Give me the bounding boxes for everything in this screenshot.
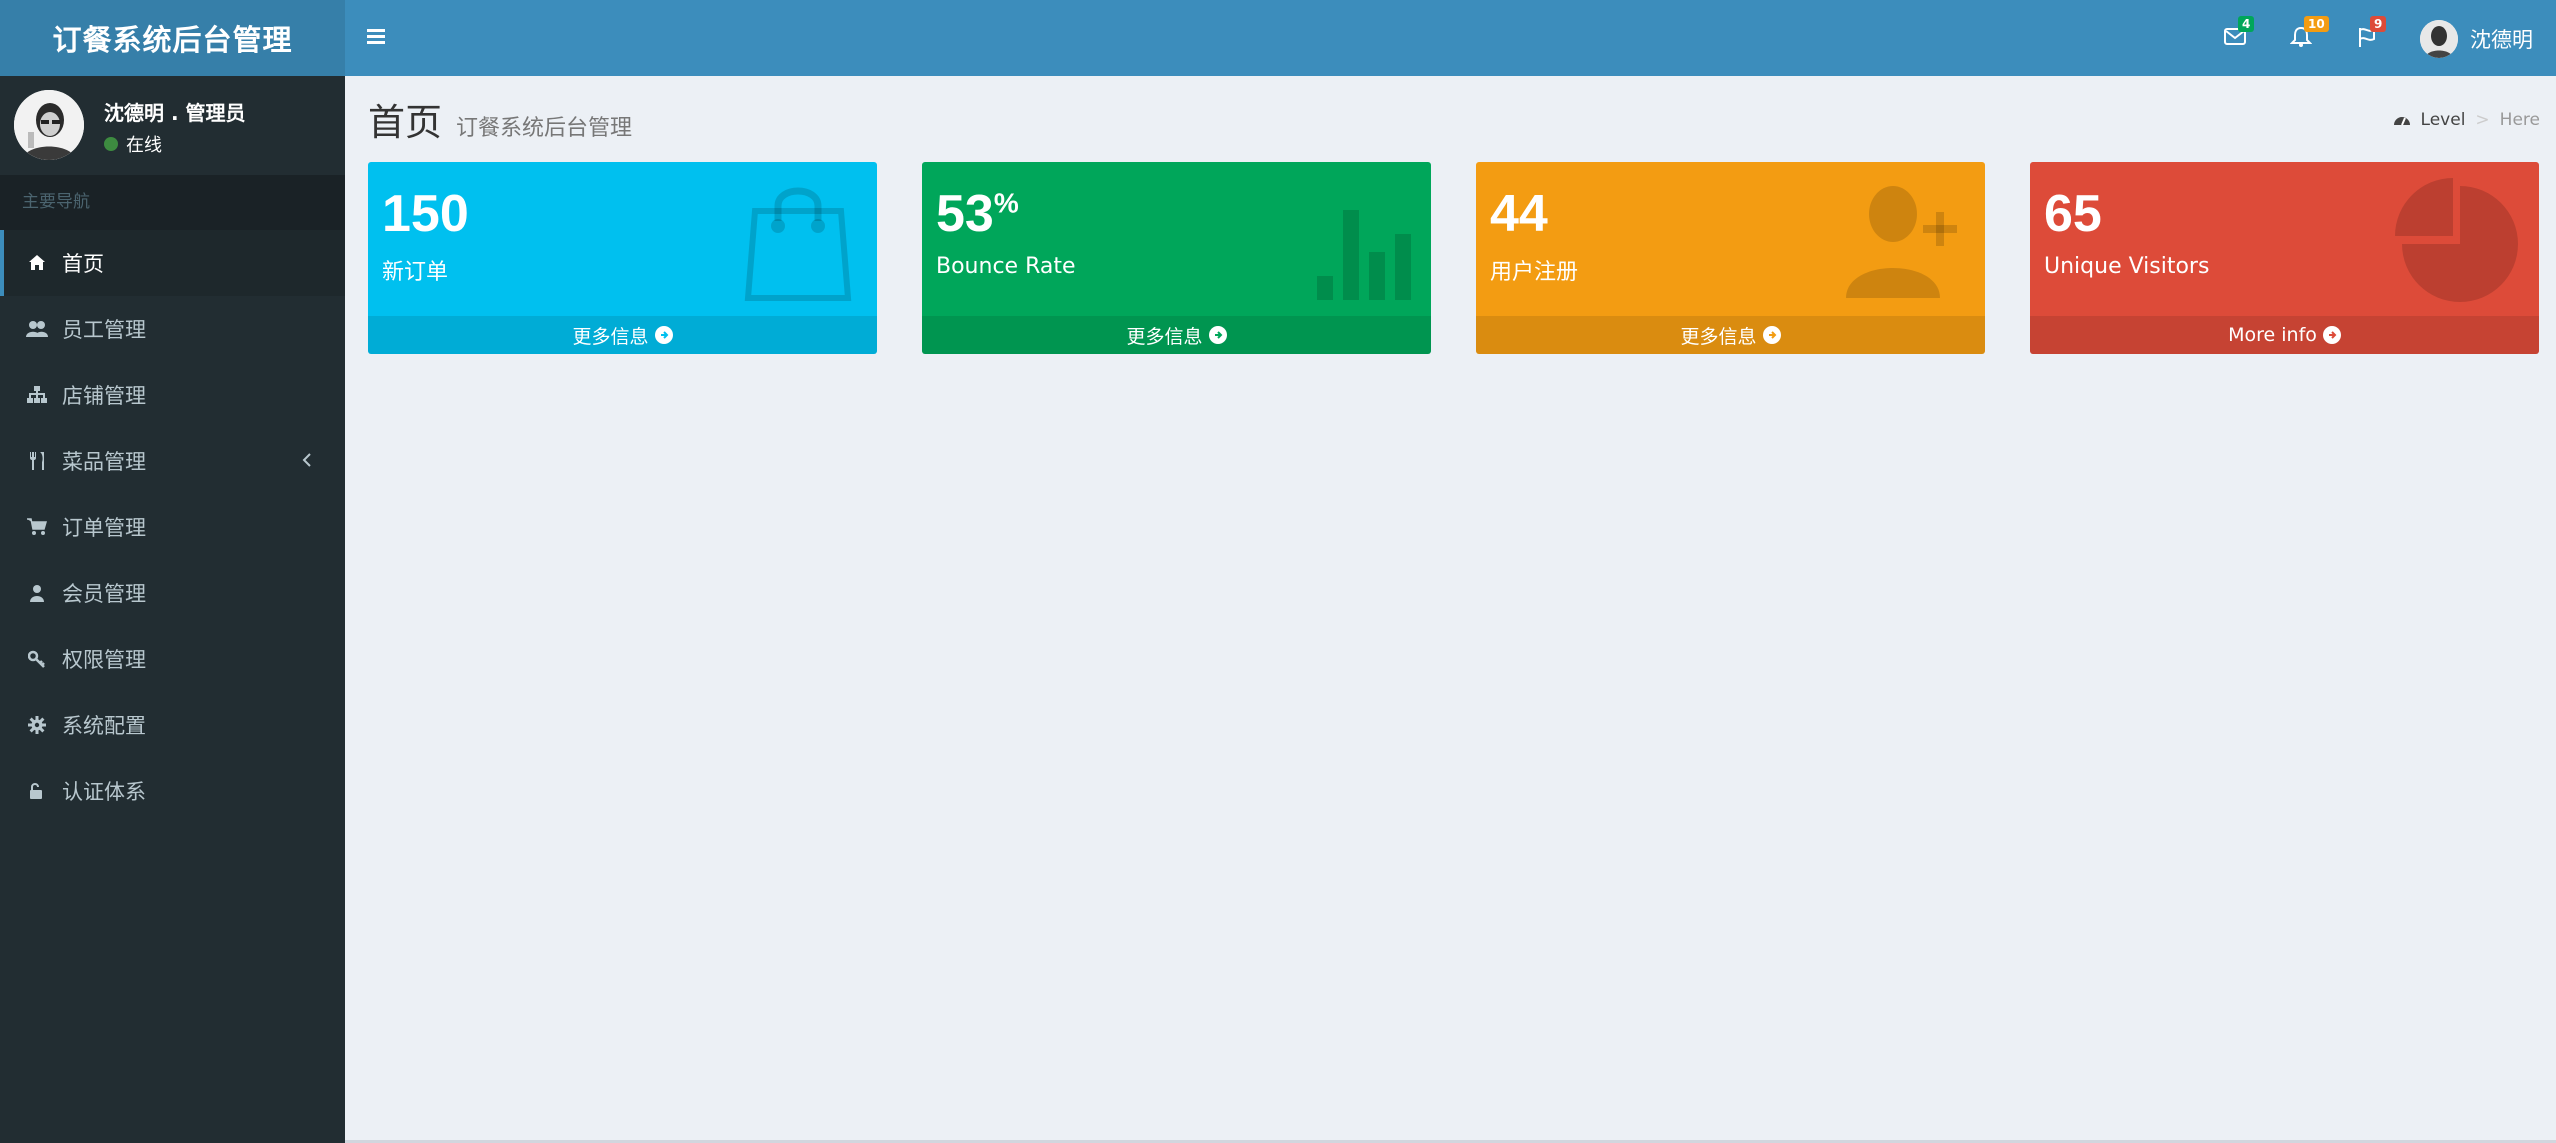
- notifications-button[interactable]: 10: [2288, 16, 2329, 56]
- sitemap-icon: [26, 384, 48, 406]
- user-panel: 沈德明 . 管理员 在线: [0, 76, 345, 175]
- stat-number: 53: [936, 185, 994, 243]
- page-subtitle: 订餐系统后台管理: [456, 116, 633, 141]
- stat-number: 150: [382, 185, 469, 243]
- sidebar-toggle-button[interactable]: [362, 22, 392, 52]
- notifications-badge: 10: [2304, 16, 2329, 32]
- pie-chart-icon: [2395, 178, 2518, 302]
- more-info-label: 更多信息: [1680, 325, 1757, 348]
- page-title: 首页: [368, 101, 442, 144]
- header-user-name: 沈德明: [2470, 28, 2533, 52]
- more-info-link[interactable]: 更多信息: [922, 316, 1431, 354]
- gear-icon: [26, 714, 48, 736]
- more-info-label: More info: [2228, 324, 2317, 346]
- sidebar-item-label: 会员管理: [62, 582, 146, 606]
- stat-box-user-registrations: 44 用户注册 更多信息: [1476, 162, 1985, 354]
- sidebar-item-label: 员工管理: [62, 318, 146, 342]
- sidebar-item-permissions[interactable]: 权限管理: [0, 626, 345, 692]
- sidebar-item-orders[interactable]: 订单管理: [0, 494, 345, 560]
- sidebar-item-staff[interactable]: 员工管理: [0, 296, 345, 362]
- arrow-circle-right-icon: [2322, 326, 2341, 344]
- breadcrumb-level-link[interactable]: Level: [2421, 110, 2466, 130]
- unlock-icon: [26, 780, 48, 802]
- breadcrumb-separator: >: [2475, 110, 2490, 130]
- user-menu[interactable]: 沈德明: [2420, 18, 2533, 60]
- stat-label: Bounce Rate: [936, 254, 1076, 279]
- status-text: 在线: [126, 135, 162, 156]
- sidebar-item-settings[interactable]: 系统配置: [0, 692, 345, 758]
- hamburger-icon-line: [367, 35, 385, 38]
- stat-number: 65: [2044, 185, 2102, 243]
- stat-box-bounce-rate: 53% Bounce Rate 更多信息: [922, 162, 1431, 354]
- sidebar-item-dishes[interactable]: 菜品管理: [0, 428, 345, 494]
- app-logo[interactable]: 订餐系统后台管理: [0, 0, 345, 76]
- tasks-badge: 9: [2370, 16, 2387, 32]
- arrow-circle-right-icon: [654, 326, 673, 344]
- users-icon: [26, 318, 48, 340]
- hamburger-icon-line: [367, 41, 385, 44]
- messages-button[interactable]: 4: [2222, 16, 2256, 56]
- user-status: 在线: [104, 131, 162, 157]
- user-plus-icon: [1846, 186, 1957, 298]
- sidebar-menu: 首页 员工管理 店铺管理 菜品管理 订单管理 会员管理 权限管理 系统配置 认证…: [0, 230, 345, 824]
- sidebar-item-label: 菜品管理: [62, 450, 146, 474]
- more-info-link[interactable]: 更多信息: [368, 316, 877, 354]
- dashboard-icon: [2393, 117, 2410, 126]
- sidebar-item-label: 首页: [62, 252, 104, 276]
- hamburger-icon: [367, 29, 385, 32]
- arrow-circle-right-icon: [1208, 326, 1227, 344]
- avatar: [14, 90, 84, 160]
- nav-header: 主要导航: [0, 175, 345, 230]
- stat-value: 65: [2044, 184, 2102, 244]
- chevron-left-icon: [302, 453, 311, 467]
- stat-suffix: %: [993, 187, 1019, 219]
- home-icon: [26, 252, 48, 274]
- tasks-button[interactable]: 9: [2354, 16, 2388, 56]
- cutlery-icon: [26, 450, 48, 472]
- cart-icon: [26, 516, 48, 538]
- sidebar: 沈德明 . 管理员 在线 主要导航 首页 员工管理 店铺管理 菜品管理 订单管理…: [0, 76, 345, 1143]
- stat-value: 44: [1490, 184, 1548, 244]
- stat-label: 新订单: [382, 260, 449, 285]
- sidebar-item-auth[interactable]: 认证体系: [0, 758, 345, 824]
- shopping-bag-icon: [744, 187, 852, 301]
- sidebar-item-label: 权限管理: [62, 648, 146, 672]
- messages-badge: 4: [2238, 16, 2255, 32]
- breadcrumb: Level > Here: [2393, 110, 2540, 130]
- more-info-label: 更多信息: [572, 325, 649, 348]
- sidebar-item-home[interactable]: 首页: [0, 230, 345, 296]
- stat-box-new-orders: 150 新订单 更多信息: [368, 162, 877, 354]
- breadcrumb-current: Here: [2499, 110, 2540, 130]
- sidebar-item-label: 订单管理: [62, 516, 146, 540]
- more-info-link[interactable]: 更多信息: [1476, 316, 1985, 354]
- stat-label: 用户注册: [1490, 260, 1579, 285]
- stat-value: 150: [382, 184, 469, 244]
- sidebar-item-label: 认证体系: [62, 780, 146, 804]
- sidebar-item-label: 店铺管理: [62, 384, 146, 408]
- more-info-label: 更多信息: [1126, 325, 1203, 348]
- sidebar-user-name: 沈德明 . 管理员: [104, 101, 246, 125]
- online-status-dot-icon: [104, 137, 118, 151]
- key-icon: [26, 648, 48, 670]
- sidebar-item-label: 系统配置: [62, 714, 146, 738]
- arrow-circle-right-icon: [1762, 326, 1781, 344]
- stat-label: Unique Visitors: [2044, 254, 2210, 279]
- more-info-link[interactable]: More info: [2030, 316, 2539, 354]
- stat-number: 44: [1490, 185, 1548, 243]
- sidebar-item-stores[interactable]: 店铺管理: [0, 362, 345, 428]
- avatar: [2420, 20, 2458, 58]
- top-navbar: 订餐系统后台管理 4 10 9 沈德明: [0, 0, 2556, 76]
- content-header: 首页 订餐系统后台管理: [368, 92, 632, 146]
- stat-box-unique-visitors: 65 Unique Visitors More info: [2030, 162, 2539, 354]
- bar-chart-icon: [1317, 210, 1411, 300]
- sidebar-item-members[interactable]: 会员管理: [0, 560, 345, 626]
- user-icon: [26, 582, 48, 604]
- stat-value: 53%: [936, 184, 1019, 244]
